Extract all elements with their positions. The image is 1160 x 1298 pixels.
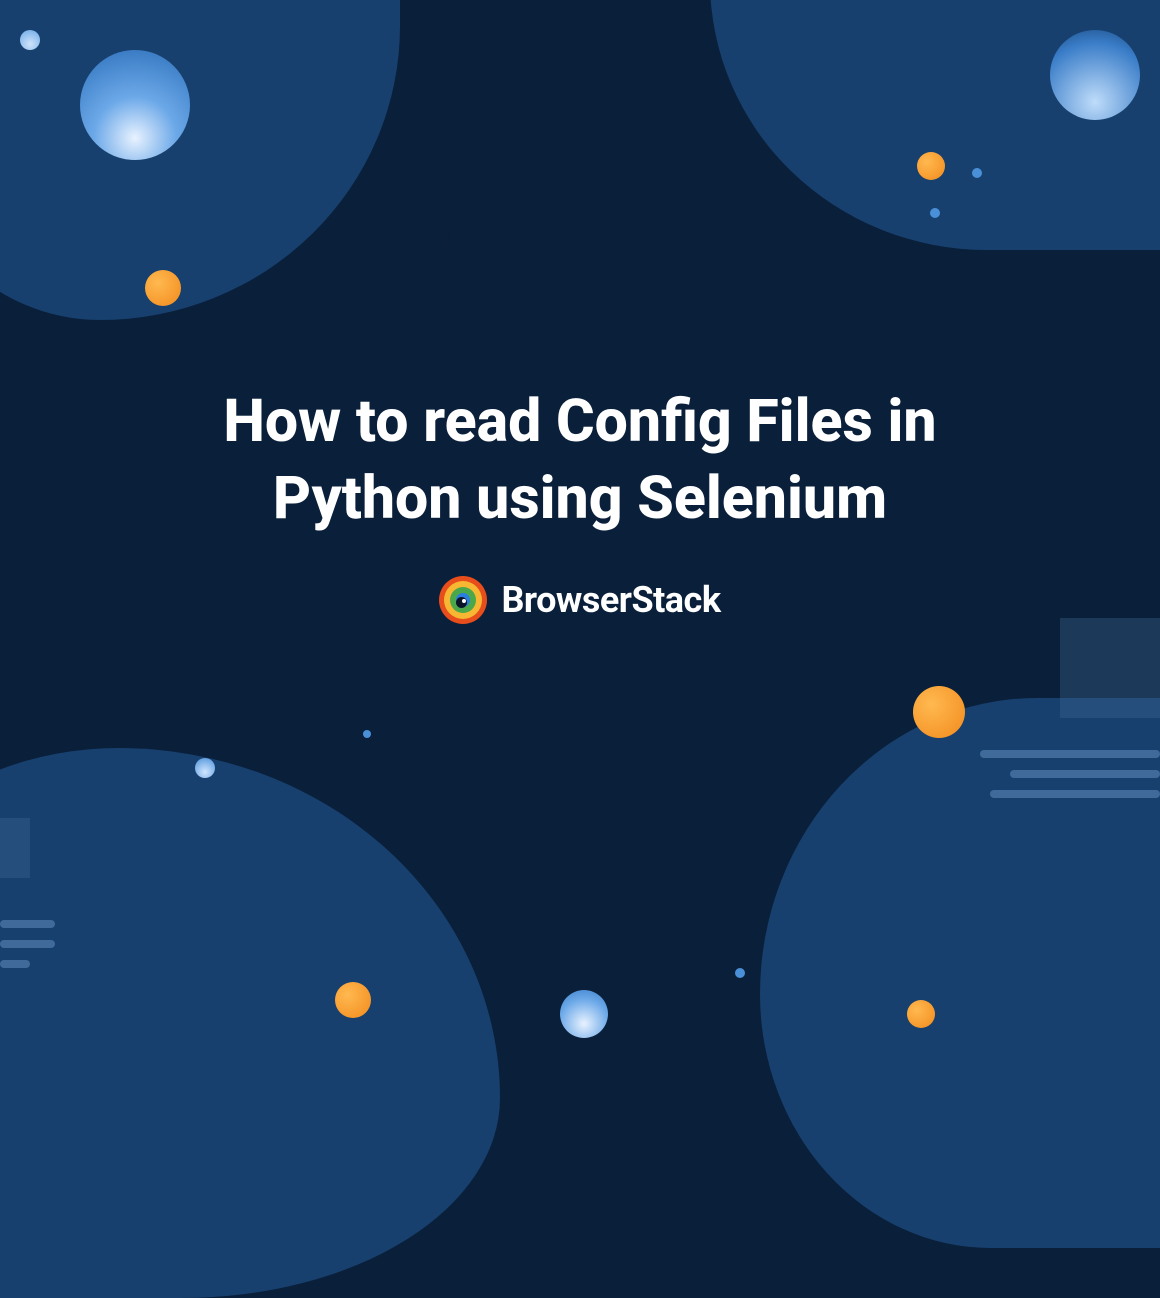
browserstack-logo-icon: [439, 576, 487, 624]
page-title: How to read Config Files in Python using…: [130, 384, 1030, 537]
content-area: How to read Config Files in Python using…: [0, 0, 1160, 1048]
brand-row: BrowserStack: [439, 576, 720, 624]
brand-name: BrowserStack: [501, 579, 720, 621]
